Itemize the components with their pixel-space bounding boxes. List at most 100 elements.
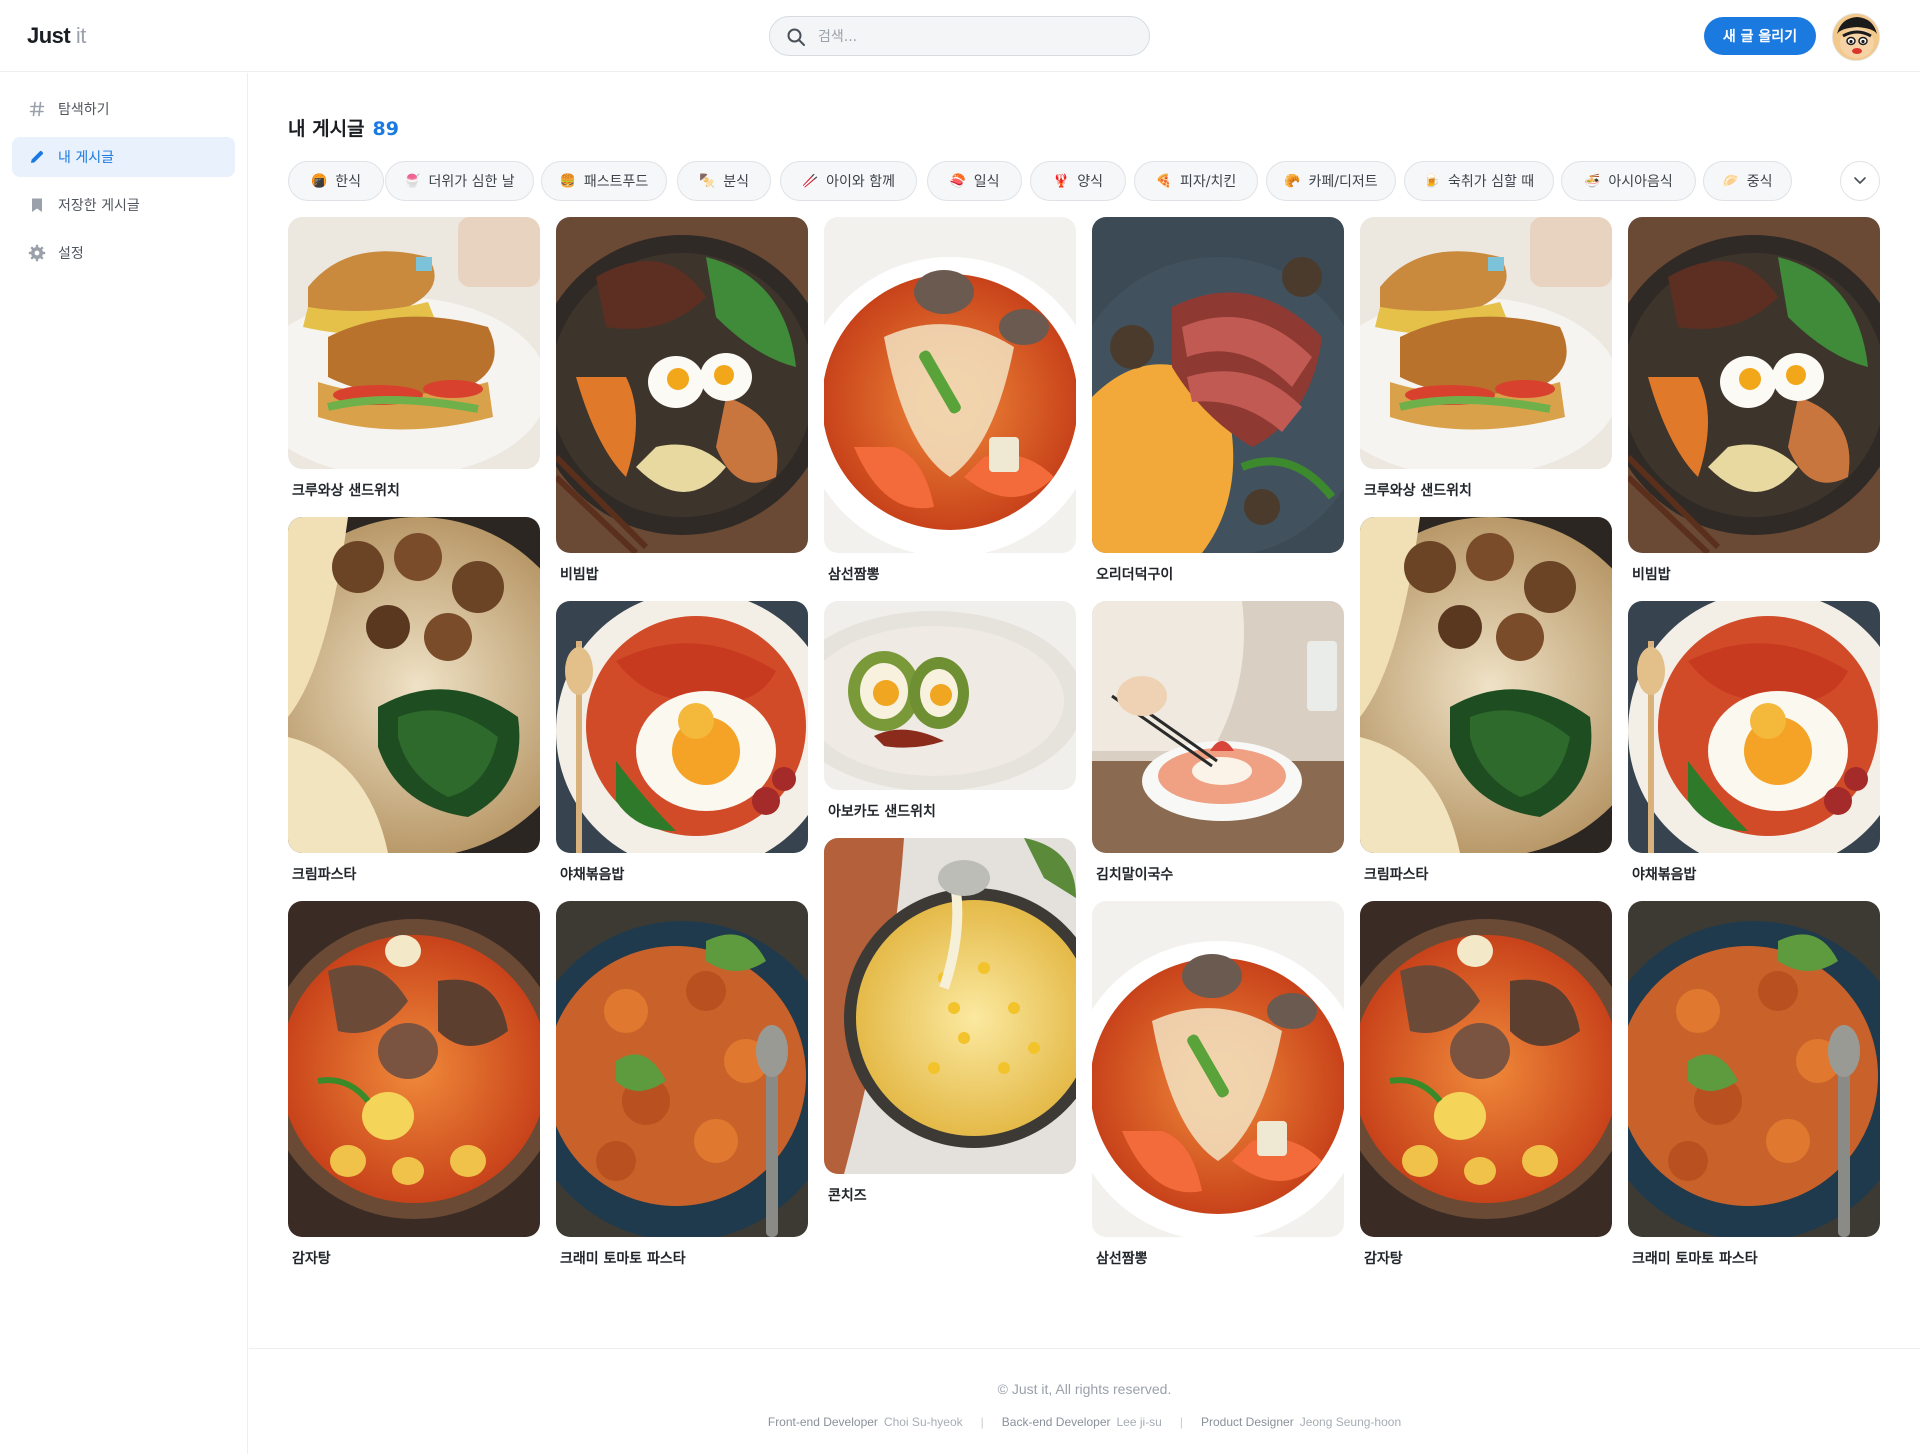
credit-role: Product Designer <box>1200 1415 1294 1429</box>
post-image <box>1628 901 1880 1237</box>
category-emoji: 🍔 <box>559 173 576 189</box>
category-chip[interactable]: 🦞 양식 <box>1030 161 1126 201</box>
credit-divider: | <box>1179 1415 1183 1429</box>
category-chip[interactable]: 🍢 분식 <box>677 161 771 201</box>
category-chip[interactable]: 🍺 숙취가 심할 때 <box>1404 161 1554 201</box>
category-emoji: 🥢 <box>801 173 819 189</box>
post-image <box>824 217 1076 553</box>
chevron-down-icon <box>1853 172 1867 191</box>
sidebar-item-saved[interactable]: 저장한 게시글 <box>12 185 235 225</box>
post-title: 크루와상 샌드위치 <box>292 483 400 499</box>
category-label: 한식 <box>335 174 361 190</box>
post-title: 크래미 토마토 파스타 <box>560 1251 686 1267</box>
category-emoji: 🥐 <box>1284 173 1301 189</box>
search-icon <box>786 27 806 47</box>
logo-main: Just <box>27 23 71 48</box>
post-card[interactable]: 감자탕 <box>288 901 540 1268</box>
category-emoji: 🍣 <box>949 173 966 189</box>
search-bar[interactable] <box>769 16 1150 56</box>
post-card[interactable]: 크림파스타 <box>288 517 540 884</box>
post-title: 크래미 토마토 파스타 <box>1632 1251 1758 1267</box>
post-card[interactable]: 삼선짬뽕 <box>1092 901 1344 1268</box>
category-label: 피자/치킨 <box>1179 174 1237 190</box>
credit-role: Back-end Developer <box>1001 1415 1111 1429</box>
category-label: 더위가 심한 날 <box>428 174 515 190</box>
sidebar-item-label: 설정 <box>58 246 84 262</box>
post-image <box>1628 217 1880 553</box>
post-title: 비빔밥 <box>560 567 599 583</box>
sidebar-item-explore[interactable]: 탐색하기 <box>12 89 235 129</box>
category-emoji: 🦞 <box>1053 173 1070 189</box>
post-image <box>1360 517 1612 853</box>
post-image <box>1092 601 1344 853</box>
category-emoji: 🍺 <box>1423 173 1440 189</box>
category-emoji: 🍢 <box>699 173 716 189</box>
post-card[interactable]: 콘치즈 <box>824 838 1076 1205</box>
category-chips: 🍘 한식 🍧 더위가 심한 날 🍔 패스트푸드 🍢 분식 🥢 아이와 함께 🍣 일식 🦞 양식… <box>288 161 1888 201</box>
category-emoji: 🍘 <box>311 173 328 189</box>
post-image <box>1092 217 1344 553</box>
post-title: 비빔밥 <box>1632 567 1671 583</box>
post-title: 야채볶음밥 <box>1632 867 1697 883</box>
post-card[interactable]: 비빔밥 <box>1628 217 1880 584</box>
post-image <box>1628 601 1880 853</box>
category-label: 카페/디저트 <box>1308 174 1378 190</box>
post-card[interactable]: 야채볶음밥 <box>556 601 808 884</box>
category-chip[interactable]: 🍕 피자/치킨 <box>1134 161 1258 201</box>
post-image <box>1092 901 1344 1237</box>
post-image <box>1360 901 1612 1237</box>
category-expand-button[interactable] <box>1840 161 1880 201</box>
footer: © Just it, All rights reserved. Front-en… <box>249 1348 1920 1454</box>
bookmark-icon <box>28 196 46 214</box>
post-card[interactable]: 야채볶음밥 <box>1628 601 1880 884</box>
sidebar-item-my-posts[interactable]: 내 게시글 <box>12 137 235 177</box>
post-card[interactable]: 아보카도 샌드위치 <box>824 601 1076 821</box>
category-chip[interactable]: 🍜 아시아음식 <box>1561 161 1696 201</box>
category-emoji: 🍜 <box>1584 173 1601 189</box>
sidebar-item-label: 저장한 게시글 <box>58 198 140 214</box>
category-chip[interactable]: 🍣 일식 <box>927 161 1022 201</box>
copyright: © Just it, All rights reserved. <box>997 1381 1172 1397</box>
post-image <box>288 217 540 469</box>
post-card[interactable]: 오리더덕구이 <box>1092 217 1344 584</box>
post-image <box>288 517 540 853</box>
post-image <box>556 217 808 553</box>
post-card[interactable]: 크림파스타 <box>1360 517 1612 884</box>
post-card[interactable]: 크루와상 샌드위치 <box>288 217 540 500</box>
credit-person: Choi Su-hyeok <box>883 1415 963 1429</box>
category-chip[interactable]: 🥟 중식 <box>1703 161 1792 201</box>
sidebar-item-label: 탐색하기 <box>58 102 110 118</box>
category-label: 패스트푸드 <box>583 174 649 190</box>
category-chip[interactable]: 🍘 한식 <box>288 161 384 201</box>
search-input[interactable] <box>818 25 1128 49</box>
category-emoji: 🥟 <box>1722 173 1739 189</box>
logo-sub: it <box>75 23 87 48</box>
post-card[interactable]: 삼선짬뽕 <box>824 217 1076 584</box>
post-image <box>824 838 1076 1174</box>
category-chip[interactable]: 🍧 더위가 심한 날 <box>385 161 534 201</box>
post-card[interactable]: 김치말이국수 <box>1092 601 1344 884</box>
page-title-text: 내 게시글 <box>288 118 365 140</box>
post-title: 아보카도 샌드위치 <box>828 804 936 820</box>
category-label: 아시아음식 <box>1608 174 1673 190</box>
logo[interactable]: Just it <box>27 23 86 49</box>
post-image <box>1360 217 1612 469</box>
category-chip[interactable]: 🥐 카페/디저트 <box>1266 161 1396 201</box>
avatar[interactable] <box>1832 13 1880 61</box>
category-label: 양식 <box>1077 174 1103 190</box>
new-post-button[interactable]: 새 글 올리기 <box>1704 17 1816 55</box>
sidebar-item-label: 내 게시글 <box>58 150 114 166</box>
page-title: 내 게시글 89 <box>288 114 399 141</box>
post-card[interactable]: 크래미 토마토 파스타 <box>1628 901 1880 1268</box>
sidebar-item-settings[interactable]: 설정 <box>12 233 235 273</box>
category-chip[interactable]: 🍔 패스트푸드 <box>541 161 667 201</box>
post-card[interactable]: 크루와상 샌드위치 <box>1360 217 1612 500</box>
post-card[interactable]: 크래미 토마토 파스타 <box>556 901 808 1268</box>
post-card[interactable]: 비빔밥 <box>556 217 808 584</box>
post-card[interactable]: 감자탕 <box>1360 901 1612 1268</box>
sidebar: 탐색하기 내 게시글 저장한 게시글 설정 <box>0 73 248 1454</box>
post-title: 삼선짬뽕 <box>1096 1251 1148 1267</box>
category-chip[interactable]: 🥢 아이와 함께 <box>780 161 917 201</box>
post-title: 야채볶음밥 <box>560 867 625 883</box>
post-title: 삼선짬뽕 <box>828 567 880 583</box>
